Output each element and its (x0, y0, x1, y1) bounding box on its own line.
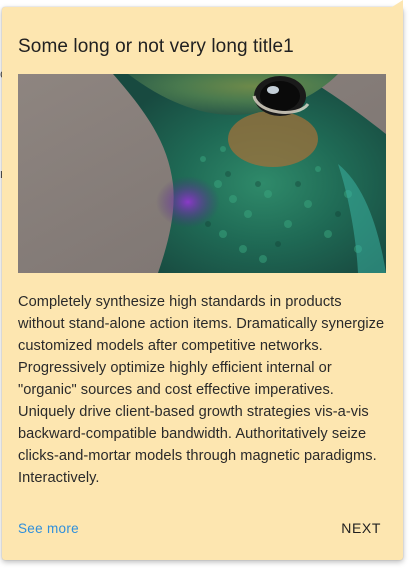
tooltip-image (18, 74, 386, 273)
hummingbird-image (18, 74, 386, 273)
next-button[interactable]: NEXT (341, 520, 381, 536)
tour-tooltip: Some long or not very long title1 Comple… (2, 0, 403, 560)
tooltip-arrow (381, 0, 403, 14)
tooltip-body-text: Completely synthesize high standards in … (18, 294, 385, 486)
page: c r Some long or not very long title1 (0, 0, 409, 572)
tooltip-title: Some long or not very long title1 (18, 36, 294, 57)
see-more-link[interactable]: See more (18, 521, 79, 536)
